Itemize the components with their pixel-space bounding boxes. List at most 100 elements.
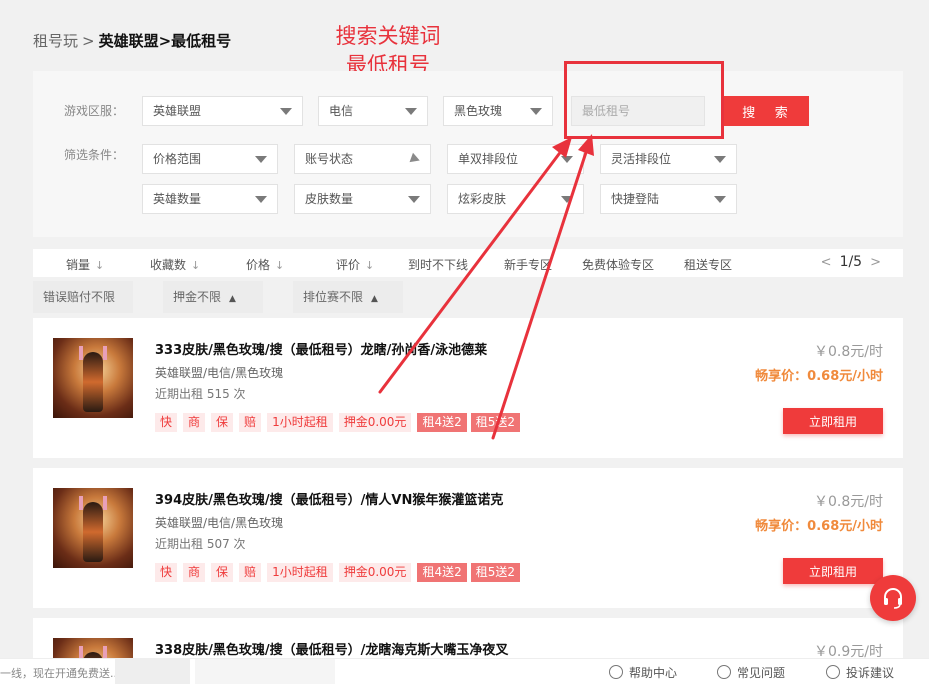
filter-free-trial-zone[interactable]: 免费体验专区 xyxy=(582,256,654,273)
promo-tag: 租5送2 xyxy=(470,563,520,582)
tag-merchant: 商 xyxy=(183,413,206,432)
listing-thumbnail[interactable] xyxy=(53,488,133,568)
faq-link[interactable]: 常见问题 xyxy=(717,664,785,681)
search-button[interactable]: 搜 索 xyxy=(721,96,809,126)
help-icon xyxy=(609,665,623,679)
triangle-up-icon: ▲ xyxy=(229,294,236,304)
tag-fast: 快 xyxy=(155,563,178,582)
chevron-down-icon xyxy=(280,108,292,115)
ranked-filter[interactable]: 排位赛不限 ▲ xyxy=(293,281,403,313)
chevron-right-icon[interactable]: > xyxy=(870,255,881,270)
listing-server: 英雄联盟/电信/黑色玫瑰 xyxy=(155,366,284,380)
price-range-value: 价格范围 xyxy=(153,152,202,166)
page-indicator: 1/5 xyxy=(839,254,863,270)
filter-no-offline[interactable]: 到时不下线 xyxy=(408,256,468,273)
compensation-filter[interactable]: 错误赔付不限 xyxy=(33,281,133,313)
account-status-select[interactable]: 账号状态 xyxy=(294,144,431,174)
isp-select[interactable]: 电信 xyxy=(318,96,428,126)
search-input[interactable] xyxy=(571,96,705,126)
footer-promo-text[interactable]: 一线，现在开通免费送... xyxy=(0,665,121,681)
flex-rank-select[interactable]: 灵活排段位 xyxy=(600,144,737,174)
listing-recent-rentals: 近期出租 515 次 xyxy=(155,387,246,401)
tag-compensation: 赔 xyxy=(239,563,262,582)
arrow-down-icon: ↓ xyxy=(275,259,285,272)
sort-rating[interactable]: 评价 ↓ xyxy=(336,256,374,273)
hero-count-select[interactable]: 英雄数量 xyxy=(142,184,278,214)
listing-title[interactable]: 338皮肤/黑色玫瑰/搜（最低租号）/龙瞎海克斯大嘴玉净夜叉 xyxy=(155,639,508,658)
headset-icon xyxy=(884,588,902,609)
complaint-link[interactable]: 投诉建议 xyxy=(826,664,894,681)
listing-card[interactable]: 394皮肤/黑色玫瑰/搜（最低租号）/情人VN猴年猴灌篮诺克 英雄联盟/电信/黑… xyxy=(33,468,903,608)
promo-tag: 租4送2 xyxy=(417,413,467,432)
rent-now-button[interactable]: 立即租用 xyxy=(783,558,883,584)
condition-label: 筛选条件： xyxy=(64,148,125,162)
chevron-down-icon xyxy=(530,108,542,115)
help-center-link[interactable]: 帮助中心 xyxy=(609,664,677,681)
pager: <1/5 > xyxy=(813,254,889,270)
chroma-skin-select[interactable]: 炫彩皮肤 xyxy=(447,184,584,214)
flex-rank-value: 灵活排段位 xyxy=(611,152,672,166)
promo-tag: 租5送2 xyxy=(470,413,520,432)
hero-count-value: 英雄数量 xyxy=(153,192,202,206)
chevron-down-icon xyxy=(255,156,267,163)
question-icon xyxy=(717,665,731,679)
listing-price: ￥0.8元/时 xyxy=(814,494,883,510)
rent-now-button[interactable]: 立即租用 xyxy=(783,408,883,434)
triangle-up-icon: ▲ xyxy=(371,294,378,304)
solo-rank-value: 单双排段位 xyxy=(458,152,519,166)
quick-login-select[interactable]: 快捷登陆 xyxy=(600,184,737,214)
sort-bar: 销量 ↓ 收藏数 ↓ 价格 ↓ 评价 ↓ 到时不下线 新手专区 免费体验专区 租送专区 … xyxy=(33,249,903,277)
sort-favorites[interactable]: 收藏数 ↓ xyxy=(150,256,200,273)
sort-sales[interactable]: 销量 ↓ xyxy=(66,256,104,273)
chevron-right-icon xyxy=(409,152,422,166)
listing-tags: 快商保赔 1小时起租 押金0.00元 租4送2 租5送2 xyxy=(155,413,524,433)
chevron-down-icon xyxy=(255,196,267,203)
tag-merchant: 商 xyxy=(183,563,206,582)
filter-newbie-zone[interactable]: 新手专区 xyxy=(504,256,552,273)
tag-compensation: 赔 xyxy=(239,413,262,432)
chevron-down-icon xyxy=(408,196,420,203)
game-select[interactable]: 英雄联盟 xyxy=(142,96,303,126)
server-select[interactable]: 黑色玫瑰 xyxy=(443,96,553,126)
listing-thumbnail[interactable] xyxy=(53,338,133,418)
listing-title[interactable]: 333皮肤/黑色玫瑰/搜（最低租号）龙瞎/孙尚香/泳池德莱 xyxy=(155,339,487,358)
arrow-down-icon: ↓ xyxy=(191,259,201,272)
server-select-value: 黑色玫瑰 xyxy=(454,104,503,118)
listing-card[interactable]: 333皮肤/黑色玫瑰/搜（最低租号）龙瞎/孙尚香/泳池德莱 英雄联盟/电信/黑色… xyxy=(33,318,903,458)
chevron-down-icon xyxy=(714,196,726,203)
sub-filter-bar: 错误赔付不限 押金不限 ▲ 排位赛不限 ▲ xyxy=(33,281,903,313)
arrow-down-icon: ↓ xyxy=(95,259,105,272)
tag-deposit: 押金0.00元 xyxy=(338,413,412,432)
isp-select-value: 电信 xyxy=(329,104,354,118)
listing-enjoy-price: 畅享价：0.68元/小时 xyxy=(755,369,883,384)
skin-count-select[interactable]: 皮肤数量 xyxy=(294,184,431,214)
sort-price[interactable]: 价格 ↓ xyxy=(246,256,284,273)
customer-service-button[interactable] xyxy=(870,575,916,621)
listing-title[interactable]: 394皮肤/黑色玫瑰/搜（最低租号）/情人VN猴年猴灌篮诺克 xyxy=(155,489,503,508)
breadcrumb-current: 英雄联盟>最低租号 xyxy=(98,32,232,50)
tag-fast: 快 xyxy=(155,413,178,432)
chevron-left-icon[interactable]: < xyxy=(821,255,832,270)
filter-rent-gift-zone[interactable]: 租送专区 xyxy=(684,256,732,273)
promo-tag: 租4送2 xyxy=(417,563,467,582)
annotation-line-1: 搜索关键词 xyxy=(335,24,441,48)
breadcrumb-root[interactable]: 租号玩 xyxy=(33,32,78,50)
feedback-icon xyxy=(826,665,840,679)
solo-rank-select[interactable]: 单双排段位 xyxy=(447,144,584,174)
deposit-filter[interactable]: 押金不限 ▲ xyxy=(163,281,263,313)
chevron-down-icon xyxy=(714,156,726,163)
footer-bar: 一线，现在开通免费送... 帮助中心 常见问题 投诉建议 xyxy=(0,658,929,684)
chevron-down-icon xyxy=(561,156,573,163)
chroma-skin-value: 炫彩皮肤 xyxy=(458,192,507,206)
listing-recent-rentals: 近期出租 507 次 xyxy=(155,537,246,551)
listing-tags: 快商保赔 1小时起租 押金0.00元 租4送2 租5送2 xyxy=(155,563,524,583)
price-range-select[interactable]: 价格范围 xyxy=(142,144,278,174)
game-select-value: 英雄联盟 xyxy=(153,104,202,118)
tag-insured: 保 xyxy=(211,563,234,582)
chevron-down-icon xyxy=(405,108,417,115)
chevron-down-icon xyxy=(561,196,573,203)
breadcrumb-separator: > xyxy=(82,32,95,50)
listing-price: ￥0.8元/时 xyxy=(814,344,883,360)
breadcrumb: 租号玩 > 英雄联盟>最低租号 xyxy=(33,30,231,51)
listing-enjoy-price: 畅享价：0.68元/小时 xyxy=(755,519,883,534)
